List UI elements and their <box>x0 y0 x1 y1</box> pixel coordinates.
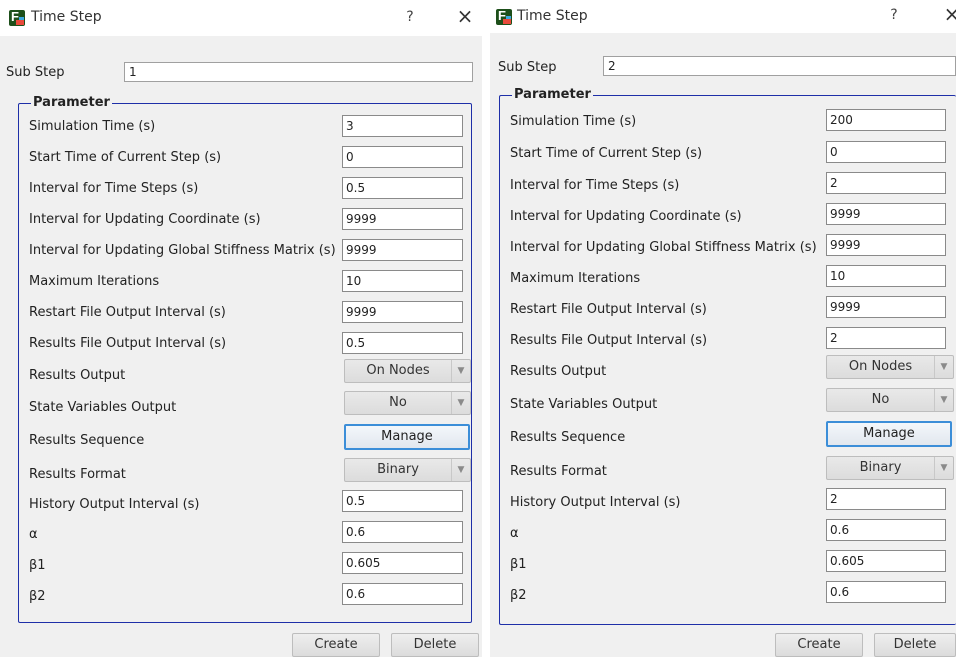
substep-input[interactable]: 1 <box>124 62 473 82</box>
substep-label: Sub Step <box>6 65 65 80</box>
results-format-label: Results Format <box>29 467 126 482</box>
help-button[interactable]: ? <box>884 7 904 23</box>
simulation-time-input[interactable]: 200 <box>826 109 946 131</box>
state-variables-output-label: State Variables Output <box>29 400 177 415</box>
help-button[interactable]: ? <box>400 9 420 25</box>
results-format-label: Results Format <box>510 464 607 479</box>
close-button[interactable]: × <box>453 4 477 28</box>
app-icon: F <box>496 9 512 25</box>
chevron-down-icon: ▼ <box>451 360 470 382</box>
stiffness-update-interval-label: Interval for Updating Global Stiffness M… <box>510 240 817 255</box>
beta1-label: β1 <box>510 557 527 572</box>
state-variables-output-select[interactable]: No ▼ <box>826 388 954 412</box>
dialog-title: Time Step <box>517 8 588 24</box>
beta1-input[interactable]: 0.605 <box>342 552 463 574</box>
title-bar: F Time Step ? × <box>490 0 956 33</box>
results-sequence-label: Results Sequence <box>510 430 626 445</box>
parameter-group-title: Parameter <box>512 87 593 103</box>
manage-button[interactable]: Manage <box>344 424 470 450</box>
coordinate-update-interval-label: Interval for Updating Coordinate (s) <box>29 212 261 227</box>
results-format-select[interactable]: Binary ▼ <box>344 458 471 482</box>
max-iterations-input[interactable]: 10 <box>826 265 946 287</box>
beta1-input[interactable]: 0.605 <box>826 550 946 572</box>
simulation-time-label: Simulation Time (s) <box>29 119 156 134</box>
time-step-dialog-2: F Time Step ? × Sub Step 2 Parameter Sim… <box>490 0 956 657</box>
results-output-interval-input[interactable]: 0.5 <box>342 332 463 354</box>
beta2-input[interactable]: 0.6 <box>342 583 463 605</box>
stiffness-update-interval-input[interactable]: 9999 <box>342 239 463 261</box>
coordinate-update-interval-input[interactable]: 9999 <box>342 208 463 230</box>
results-sequence-label: Results Sequence <box>29 433 145 448</box>
stiffness-update-interval-input[interactable]: 9999 <box>826 234 946 256</box>
max-iterations-label: Maximum Iterations <box>29 274 160 289</box>
results-output-select[interactable]: On Nodes ▼ <box>826 355 954 379</box>
coordinate-update-interval-label: Interval for Updating Coordinate (s) <box>510 209 742 224</box>
chevron-down-icon: ▼ <box>934 389 953 411</box>
results-output-value: On Nodes <box>366 363 430 378</box>
start-time-label: Start Time of Current Step (s) <box>29 150 222 165</box>
start-time-input[interactable]: 0 <box>342 146 463 168</box>
time-step-interval-label: Interval for Time Steps (s) <box>29 181 199 196</box>
app-icon: F <box>9 10 25 26</box>
results-output-label: Results Output <box>510 364 607 379</box>
parameter-group-title: Parameter <box>31 95 112 111</box>
beta2-label: β2 <box>510 588 527 603</box>
simulation-time-label: Simulation Time (s) <box>510 114 637 129</box>
state-variables-output-value: No <box>389 395 407 410</box>
state-variables-output-select[interactable]: No ▼ <box>344 391 471 415</box>
coordinate-update-interval-input[interactable]: 9999 <box>826 203 946 225</box>
chevron-down-icon: ▼ <box>451 392 470 414</box>
alpha-input[interactable]: 0.6 <box>342 521 463 543</box>
history-output-interval-label: History Output Interval (s) <box>29 497 200 512</box>
dialog-title: Time Step <box>31 9 102 25</box>
time-step-interval-input[interactable]: 2 <box>826 172 946 194</box>
simulation-time-input[interactable]: 3 <box>342 115 463 137</box>
delete-button[interactable]: Delete <box>874 633 956 657</box>
manage-button[interactable]: Manage <box>826 421 952 447</box>
delete-button[interactable]: Delete <box>391 633 479 657</box>
history-output-interval-input[interactable]: 0.5 <box>342 490 463 512</box>
alpha-label: α <box>29 527 38 542</box>
results-format-value: Binary <box>377 462 419 477</box>
restart-output-interval-input[interactable]: 9999 <box>826 296 946 318</box>
restart-output-interval-label: Restart File Output Interval (s) <box>510 302 707 317</box>
results-output-value: On Nodes <box>848 359 913 374</box>
state-variables-output-value: No <box>871 392 890 407</box>
beta2-label: β2 <box>29 589 46 604</box>
state-variables-output-label: State Variables Output <box>510 397 658 412</box>
time-step-interval-input[interactable]: 0.5 <box>342 177 463 199</box>
history-output-interval-input[interactable]: 2 <box>826 488 946 510</box>
substep-label: Sub Step <box>498 60 557 75</box>
max-iterations-input[interactable]: 10 <box>342 270 463 292</box>
time-step-dialog-1: F Time Step ? × Sub Step 1 Parameter Sim… <box>0 0 482 657</box>
results-format-select[interactable]: Binary ▼ <box>826 456 954 480</box>
create-button[interactable]: Create <box>292 633 380 657</box>
close-button[interactable]: × <box>940 2 956 26</box>
alpha-input[interactable]: 0.6 <box>826 519 946 541</box>
create-button[interactable]: Create <box>775 633 863 657</box>
max-iterations-label: Maximum Iterations <box>510 271 641 286</box>
stiffness-update-interval-label: Interval for Updating Global Stiffness M… <box>29 243 336 258</box>
alpha-label: α <box>510 526 519 541</box>
restart-output-interval-label: Restart File Output Interval (s) <box>29 305 226 320</box>
results-format-value: Binary <box>859 460 902 475</box>
time-step-interval-label: Interval for Time Steps (s) <box>510 178 680 193</box>
beta1-label: β1 <box>29 558 46 573</box>
results-output-select[interactable]: On Nodes ▼ <box>344 359 471 383</box>
chevron-down-icon: ▼ <box>934 457 953 479</box>
chevron-down-icon: ▼ <box>451 459 470 481</box>
beta2-input[interactable]: 0.6 <box>826 581 946 603</box>
chevron-down-icon: ▼ <box>934 356 953 378</box>
title-bar: F Time Step ? × <box>0 0 482 36</box>
results-output-interval-label: Results File Output Interval (s) <box>510 333 708 348</box>
history-output-interval-label: History Output Interval (s) <box>510 495 681 510</box>
results-output-interval-label: Results File Output Interval (s) <box>29 336 227 351</box>
substep-input[interactable]: 2 <box>603 56 956 76</box>
results-output-interval-input[interactable]: 2 <box>826 327 946 349</box>
results-output-label: Results Output <box>29 368 126 383</box>
start-time-input[interactable]: 0 <box>826 141 946 163</box>
start-time-label: Start Time of Current Step (s) <box>510 146 703 161</box>
restart-output-interval-input[interactable]: 9999 <box>342 301 463 323</box>
